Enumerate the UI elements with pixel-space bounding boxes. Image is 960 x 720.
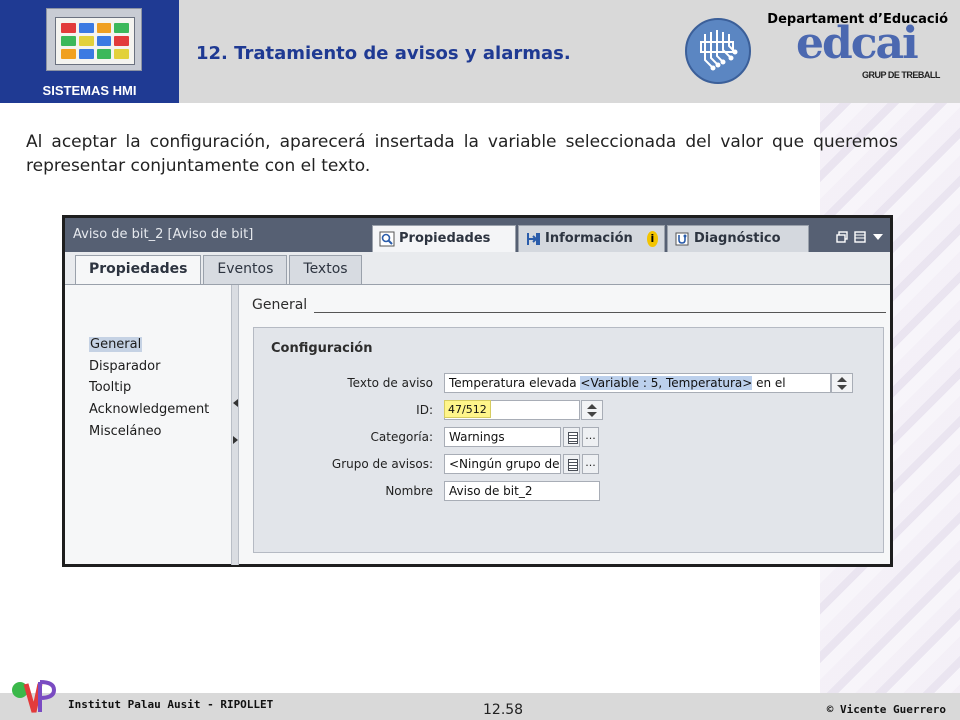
hmi-thumbnail-image bbox=[46, 8, 142, 71]
nombre-label: Nombre bbox=[385, 484, 433, 498]
edcai-logo-subtext: GRUP DE TREBALL bbox=[862, 70, 940, 80]
nav-item-miscelaneo[interactable]: Misceláneo bbox=[89, 424, 162, 439]
arrow-down-icon[interactable] bbox=[587, 412, 597, 417]
texto-aviso-stepper[interactable] bbox=[831, 373, 853, 393]
nav-item-acknowledgement[interactable]: Acknowledgement bbox=[89, 402, 209, 417]
layout-icon[interactable] bbox=[854, 228, 866, 243]
page-number: 12.58 bbox=[483, 702, 524, 718]
info-icon bbox=[525, 231, 541, 247]
inserted-variable: <Variable : 5, Temperatura> bbox=[580, 376, 753, 390]
properties-window: Aviso de bit_2 [Aviso de bit] Propiedade… bbox=[62, 215, 893, 567]
tab-informacion-label: Información bbox=[545, 231, 633, 246]
circuit-logo-icon bbox=[685, 18, 751, 84]
texto-aviso-text: Temperatura elevada bbox=[449, 376, 581, 390]
window-controls bbox=[836, 228, 884, 243]
grupo-browse-button[interactable]: ... bbox=[582, 454, 599, 474]
character-counter: 47/512 bbox=[444, 400, 491, 418]
tab-diagnostico[interactable]: Diagnóstico bbox=[667, 225, 809, 252]
intro-paragraph: Al aceptar la configuración, aparecerá i… bbox=[26, 132, 898, 176]
subtab-textos[interactable]: Textos bbox=[289, 255, 362, 284]
restore-icon[interactable] bbox=[836, 228, 848, 243]
nav-item-general[interactable]: General bbox=[89, 337, 143, 352]
collapse-left-icon[interactable] bbox=[233, 399, 238, 407]
properties-icon bbox=[379, 231, 395, 247]
info-badge-icon: i bbox=[646, 231, 658, 247]
texto-aviso-label: Texto de aviso bbox=[347, 376, 433, 390]
section-divider bbox=[314, 312, 886, 313]
list-icon[interactable] bbox=[563, 427, 580, 447]
arrow-up-icon[interactable] bbox=[837, 377, 847, 382]
panel-splitter[interactable] bbox=[231, 285, 239, 565]
footer-copyright: © Vicente Guerrero bbox=[826, 703, 946, 716]
id-stepper[interactable] bbox=[581, 400, 603, 420]
nav-item-tooltip[interactable]: Tooltip bbox=[89, 380, 131, 395]
section-badge: SISTEMAS HMI bbox=[0, 0, 179, 103]
section-label: SISTEMAS HMI bbox=[42, 83, 137, 98]
edcai-logo: edcai bbox=[796, 18, 919, 69]
arrow-up-icon[interactable] bbox=[587, 404, 597, 409]
configuration-title: Configuración bbox=[271, 341, 373, 356]
subtab-eventos[interactable]: Eventos bbox=[203, 255, 288, 284]
school-logo-icon bbox=[6, 676, 62, 716]
categoria-label: Categoría: bbox=[370, 430, 433, 444]
tab-propiedades[interactable]: Propiedades bbox=[372, 225, 516, 252]
tab-informacion[interactable]: Información i bbox=[518, 225, 665, 252]
footer-institute: Institut Palau Ausit - RIPOLLET bbox=[68, 698, 274, 711]
configuration-group: Configuración Texto de aviso Temperatura… bbox=[253, 327, 884, 553]
window-titlebar: Aviso de bit_2 [Aviso de bit] Propiedade… bbox=[65, 218, 890, 252]
tab-propiedades-label: Propiedades bbox=[399, 231, 491, 246]
grupo-label: Grupo de avisos: bbox=[331, 457, 433, 471]
properties-nav: General Disparador Tooltip Acknowledgeme… bbox=[65, 285, 230, 565]
categoria-browse-button[interactable]: ... bbox=[582, 427, 599, 447]
chevron-down-icon[interactable] bbox=[872, 228, 884, 240]
arrow-down-icon[interactable] bbox=[837, 385, 847, 390]
grupo-field[interactable]: <Ningún grupo de bbox=[444, 454, 561, 474]
texto-aviso-text-end: en el bbox=[752, 376, 786, 390]
sub-tabs: Propiedades Eventos Textos bbox=[75, 255, 362, 284]
nombre-field[interactable]: Aviso de bit_2 bbox=[444, 481, 600, 501]
diagnostics-icon bbox=[674, 231, 690, 247]
expand-right-icon[interactable] bbox=[233, 436, 238, 444]
categoria-field[interactable]: Warnings bbox=[444, 427, 561, 447]
id-label: ID: bbox=[416, 403, 433, 417]
subtab-propiedades[interactable]: Propiedades bbox=[75, 255, 202, 284]
properties-content: General Disparador Tooltip Acknowledgeme… bbox=[65, 284, 890, 565]
texto-aviso-field[interactable]: Temperatura elevada <Variable : 5, Tempe… bbox=[444, 373, 831, 393]
page-title: 12. Tratamiento de avisos y alarmas. bbox=[196, 43, 571, 64]
window-title: Aviso de bit_2 [Aviso de bit] bbox=[73, 227, 254, 242]
nav-item-disparador[interactable]: Disparador bbox=[89, 359, 160, 374]
list-icon[interactable] bbox=[563, 454, 580, 474]
section-header: General bbox=[252, 297, 308, 313]
tab-diagnostico-label: Diagnóstico bbox=[694, 231, 781, 246]
